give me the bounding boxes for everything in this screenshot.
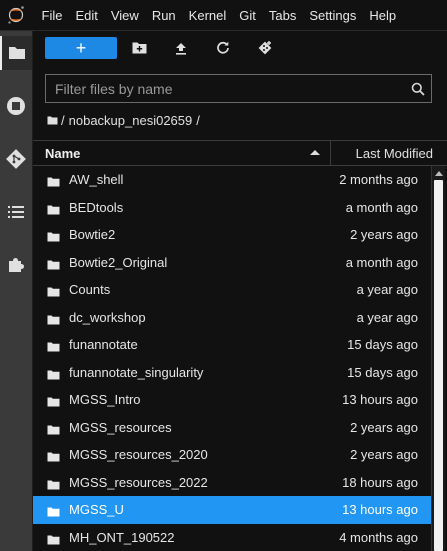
git-icon[interactable] (0, 142, 32, 176)
file-name: MGSS_U (69, 502, 124, 517)
running-stop-icon[interactable] (0, 89, 32, 123)
filter-files-box (45, 74, 432, 103)
file-row[interactable]: MGSS_Intro 13 hours ago (33, 386, 431, 414)
file-name: BEDtools (69, 199, 124, 215)
breadcrumb-folder-link[interactable]: nobackup_nesi02659 (69, 113, 193, 128)
folder-icon (47, 395, 60, 410)
last-modified-column-header[interactable]: Last Modified (332, 141, 447, 165)
folder-icon (47, 340, 60, 355)
file-name: Counts (69, 282, 111, 297)
refresh-icon[interactable] (211, 37, 235, 59)
file-modified: 2 years ago (350, 227, 418, 242)
file-row[interactable]: MGSS_U 13 hours ago (33, 496, 431, 524)
name-column-label: Name (45, 145, 81, 161)
extension-puzzle-icon[interactable] (0, 248, 32, 282)
file-list: AW_shell 2 months ago BEDtools a month ago B… (33, 166, 431, 551)
folder-icon (47, 230, 60, 245)
file-name: Bowtie2 (69, 227, 116, 242)
scroll-up-arrow-icon[interactable] (435, 171, 443, 176)
folder-icon (47, 423, 60, 438)
menu-file[interactable]: File (35, 0, 69, 31)
file-modified: 2 months ago (339, 172, 418, 187)
folder-icon (47, 258, 60, 273)
menu-edit[interactable]: Edit (69, 0, 104, 31)
folder-icon[interactable] (0, 36, 32, 70)
menu-help[interactable]: Help (363, 0, 403, 31)
file-modified: 13 hours ago (342, 392, 418, 407)
file-list-scrollbar[interactable] (431, 166, 445, 551)
file-name: Bowtie2_Original (69, 254, 168, 270)
file-row[interactable]: MGSS_resources_2022 18 hours ago (33, 469, 431, 497)
file-name: funannotate_singularity (69, 364, 204, 380)
file-row[interactable]: Counts a year ago (33, 276, 431, 304)
home-folder-icon[interactable] (47, 116, 58, 125)
file-row[interactable]: MGSS_resources 2 years ago (33, 414, 431, 442)
jupyter-logo-icon[interactable] (0, 0, 32, 31)
breadcrumb-separator: / (196, 112, 200, 128)
folder-icon (47, 285, 60, 300)
file-row[interactable]: funannotate_singularity 15 days ago (33, 359, 431, 387)
file-browser-panel: + / nobackup_nesi02659 / Name Las (33, 31, 447, 551)
file-name: MGSS_Intro (69, 392, 141, 407)
folder-icon (47, 313, 60, 328)
sort-ascending-icon (310, 150, 320, 155)
file-row[interactable]: dc_workshop a year ago (33, 304, 431, 332)
file-name: dc_workshop (69, 309, 146, 325)
file-modified: a year ago (356, 282, 418, 297)
left-sidebar (0, 31, 33, 551)
file-name: MGSS_resources_2022 (69, 474, 208, 490)
file-modified: 13 hours ago (342, 502, 418, 517)
menu-view[interactable]: View (104, 0, 145, 31)
name-column-header[interactable]: Name (33, 141, 331, 165)
folder-icon (47, 368, 60, 383)
menu-kernel[interactable]: Kernel (182, 0, 233, 31)
file-modified: 15 days ago (347, 337, 418, 352)
folder-icon (47, 533, 60, 548)
file-modified: a year ago (356, 309, 418, 325)
menu-git[interactable]: Git (233, 0, 263, 31)
file-modified: 2 years ago (350, 419, 418, 435)
folder-icon (47, 505, 60, 520)
scrollbar-thumb[interactable] (434, 180, 443, 551)
file-row[interactable]: MH_ONT_190522 4 months ago (33, 524, 431, 551)
file-row[interactable]: BEDtools a month ago (33, 194, 431, 222)
file-name: MGSS_resources (69, 419, 172, 435)
new-launcher-button[interactable]: + (45, 37, 117, 59)
folder-icon (47, 175, 60, 190)
file-name: AW_shell (69, 172, 124, 187)
table-of-contents-icon[interactable] (0, 195, 32, 229)
file-list-header: Name Last Modified (33, 140, 447, 166)
upload-icon[interactable] (169, 37, 193, 59)
menu-bar: File Edit View Run Kernel Git Tabs Setti… (0, 0, 447, 31)
file-name: funannotate (69, 337, 138, 352)
folder-icon (47, 203, 60, 218)
file-modified: 2 years ago (350, 447, 418, 462)
file-name: MGSS_resources_2020 (69, 447, 208, 462)
file-row[interactable]: Bowtie2 2 years ago (33, 221, 431, 249)
filter-files-input[interactable] (46, 75, 405, 102)
search-icon (405, 75, 431, 102)
file-modified: a month ago (345, 254, 418, 270)
breadcrumb: / nobackup_nesi02659 / (47, 111, 204, 129)
file-modified: 15 days ago (347, 364, 418, 380)
file-row[interactable]: MGSS_resources_2020 2 years ago (33, 441, 431, 469)
file-row[interactable]: Bowtie2_Original a month ago (33, 249, 431, 277)
menu-run[interactable]: Run (145, 0, 182, 31)
file-modified: 18 hours ago (342, 474, 418, 490)
file-row[interactable]: AW_shell 2 months ago (33, 166, 431, 194)
file-name: MH_ONT_190522 (69, 529, 175, 545)
new-folder-icon[interactable] (127, 37, 151, 59)
file-row[interactable]: funannotate 15 days ago (33, 331, 431, 359)
folder-icon (47, 478, 60, 493)
file-modified: 4 months ago (339, 529, 418, 545)
file-modified: a month ago (345, 199, 418, 215)
menu-settings[interactable]: Settings (303, 0, 363, 31)
git-clone-icon[interactable] (253, 37, 277, 59)
menu-tabs[interactable]: Tabs (262, 0, 302, 31)
file-browser-toolbar: + (33, 31, 447, 69)
breadcrumb-separator: / (61, 112, 65, 128)
folder-icon (47, 450, 60, 465)
